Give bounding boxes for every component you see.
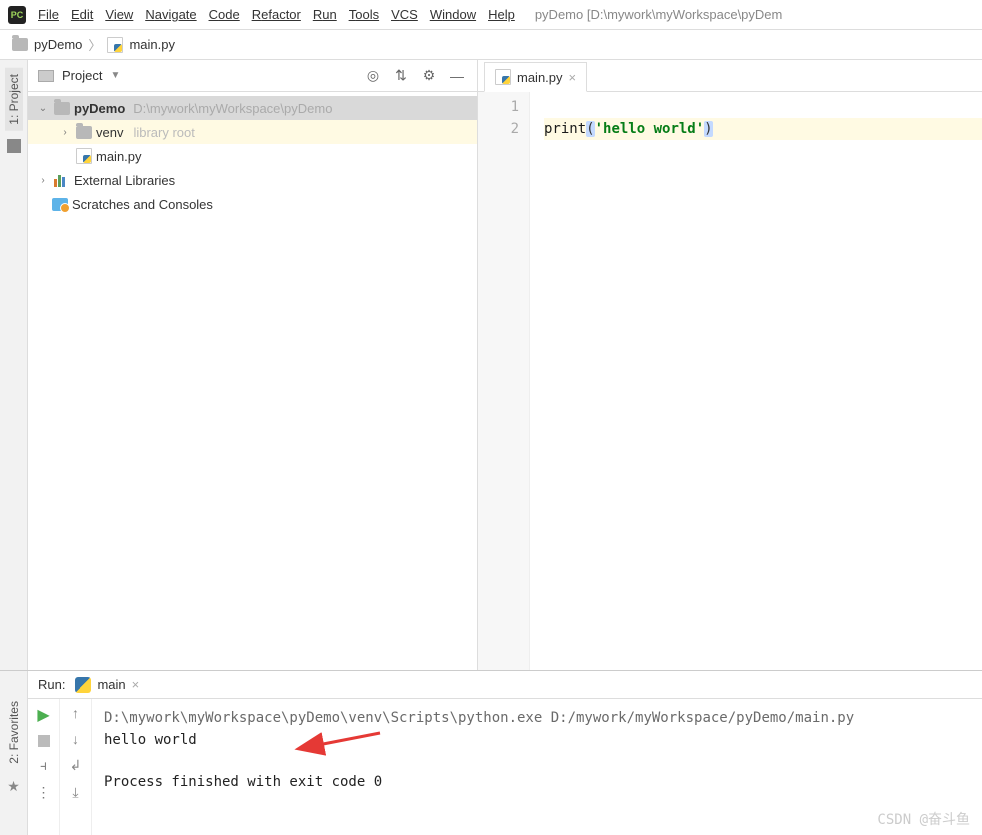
run-panel: 2: Favorites ★ Run: main × ▶ ⫞ ⋮ ↑ ↓ ↲ ⤓	[0, 670, 982, 835]
tree-item-scratches[interactable]: Scratches and Consoles	[28, 192, 477, 216]
main-area: 1: Project Project ▼ ◎ ⇅ ⚙ — ⌄ pyDemo D:…	[0, 60, 982, 670]
line-number: 2	[478, 118, 519, 140]
console-output[interactable]: D:\mywork\myWorkspace\pyDemo\venv\Script…	[92, 699, 982, 835]
breadcrumb-file[interactable]: main.py	[129, 37, 175, 52]
code-line	[544, 96, 982, 118]
project-panel-title[interactable]: Project	[62, 68, 102, 83]
soft-wrap-icon[interactable]: ↲	[70, 757, 82, 774]
console-exit-msg: Process finished with exit code 0	[104, 771, 970, 793]
tree-item-hint: library root	[133, 125, 194, 140]
project-panel: Project ▼ ◎ ⇅ ⚙ — ⌄ pyDemo D:\mywork\myW…	[28, 60, 478, 670]
tree-item-label: venv	[96, 125, 123, 140]
gear-icon[interactable]: ⚙	[419, 66, 439, 86]
menu-view[interactable]: View	[105, 7, 133, 22]
menu-file[interactable]: File	[38, 7, 59, 22]
close-icon[interactable]: ×	[132, 677, 140, 692]
hide-panel-icon[interactable]: —	[447, 66, 467, 86]
stop-icon[interactable]	[38, 735, 50, 747]
menu-tools[interactable]: Tools	[349, 7, 379, 22]
editor-tab-mainpy[interactable]: main.py ×	[484, 62, 587, 92]
expand-all-icon[interactable]: ⇅	[391, 66, 411, 86]
code-area[interactable]: print('hello world')	[530, 92, 982, 670]
folder-icon	[54, 102, 70, 115]
run-label: Run:	[38, 677, 65, 692]
line-number: 1	[478, 96, 519, 118]
python-file-icon	[495, 69, 511, 85]
project-panel-header: Project ▼ ◎ ⇅ ⚙ —	[28, 60, 477, 92]
scroll-end-icon[interactable]: ⤓	[72, 784, 78, 801]
menu-navigate[interactable]: Navigate	[145, 7, 196, 22]
run-body: ▶ ⫞ ⋮ ↑ ↓ ↲ ⤓ D:\mywork\myWorkspace\pyDe…	[28, 699, 982, 835]
collapse-icon[interactable]: ⌄	[36, 103, 50, 114]
tree-item-label: Scratches and Consoles	[72, 197, 213, 212]
left-tool-gutter-bottom: 2: Favorites ★	[0, 671, 28, 835]
folder-icon	[12, 38, 28, 51]
menu-edit[interactable]: Edit	[71, 7, 93, 22]
editor-body[interactable]: 1 2 print('hello world')	[478, 92, 982, 670]
locate-icon[interactable]: ◎	[363, 66, 383, 86]
python-file-icon	[107, 37, 123, 53]
console-command: D:\mywork\myWorkspace\pyDemo\venv\Script…	[104, 707, 970, 729]
menu-refactor[interactable]: Refactor	[252, 7, 301, 22]
tree-item-label: External Libraries	[74, 173, 175, 188]
folder-icon	[76, 126, 92, 139]
project-tree: ⌄ pyDemo D:\mywork\myWorkspace\pyDemo › …	[28, 92, 477, 670]
run-main: Run: main × ▶ ⫞ ⋮ ↑ ↓ ↲ ⤓ D:\mywork\myWo…	[28, 671, 982, 835]
project-view-icon	[38, 70, 54, 82]
annotation-arrow	[312, 729, 382, 760]
breadcrumb-project[interactable]: pyDemo	[34, 37, 82, 52]
menu-bar: PC File Edit View Navigate Code Refactor…	[0, 0, 982, 30]
run-tabs: Run: main ×	[28, 671, 982, 699]
expand-icon[interactable]: ›	[36, 175, 50, 186]
python-icon	[75, 677, 91, 693]
editor-panel: main.py × 1 2 print('hello world')	[478, 60, 982, 670]
chevron-right-icon: 〉	[88, 35, 101, 54]
layout-icon[interactable]: ⫞	[40, 757, 47, 774]
run-nav-column: ↑ ↓ ↲ ⤓	[60, 699, 92, 835]
menu-code[interactable]: Code	[209, 7, 240, 22]
structure-tab-icon[interactable]	[7, 139, 21, 153]
breadcrumb: pyDemo 〉 main.py	[0, 30, 982, 60]
code-line: print('hello world')	[544, 118, 982, 140]
tree-item-label: main.py	[96, 149, 142, 164]
tree-item-label: pyDemo	[74, 101, 125, 116]
pycharm-logo-icon: PC	[8, 6, 26, 24]
watermark: CSDN @奋斗鱼	[877, 809, 970, 831]
close-icon[interactable]: ×	[569, 70, 577, 85]
line-gutter: 1 2	[478, 92, 530, 670]
run-tab-label: main	[97, 677, 125, 692]
tree-root-pydemo[interactable]: ⌄ pyDemo D:\mywork\myWorkspace\pyDemo	[28, 96, 477, 120]
sidebar-tab-favorites[interactable]: 2: Favorites	[5, 695, 23, 770]
star-icon[interactable]: ★	[7, 778, 20, 795]
arrow-down-icon[interactable]: ↓	[72, 731, 79, 747]
console-stdout: hello world	[104, 729, 970, 751]
arrow-up-icon[interactable]: ↑	[72, 705, 79, 721]
menu-window[interactable]: Window	[430, 7, 476, 22]
python-file-icon	[76, 148, 92, 164]
expand-icon[interactable]: ›	[58, 127, 72, 138]
more-icon[interactable]: ⋮	[37, 784, 51, 801]
menu-help[interactable]: Help	[488, 7, 515, 22]
tree-item-mainpy[interactable]: main.py	[28, 144, 477, 168]
menu-run[interactable]: Run	[313, 7, 337, 22]
menu-vcs[interactable]: VCS	[391, 7, 418, 22]
editor-tab-label: main.py	[517, 70, 563, 85]
tree-item-external-libs[interactable]: › External Libraries	[28, 168, 477, 192]
sidebar-tab-project[interactable]: 1: Project	[5, 68, 23, 131]
editor-tabs: main.py ×	[478, 60, 982, 92]
window-title: pyDemo [D:\mywork\myWorkspace\pyDem	[535, 7, 783, 22]
chevron-down-icon[interactable]: ▼	[110, 70, 120, 81]
left-tool-gutter: 1: Project	[0, 60, 28, 670]
tree-item-path: D:\mywork\myWorkspace\pyDemo	[133, 101, 332, 116]
run-tools-column: ▶ ⫞ ⋮	[28, 699, 60, 835]
run-tab-main[interactable]: main ×	[75, 677, 139, 693]
library-icon	[54, 173, 70, 187]
tree-item-venv[interactable]: › venv library root	[28, 120, 477, 144]
run-icon[interactable]: ▶	[37, 705, 49, 725]
scratches-icon	[52, 198, 68, 211]
